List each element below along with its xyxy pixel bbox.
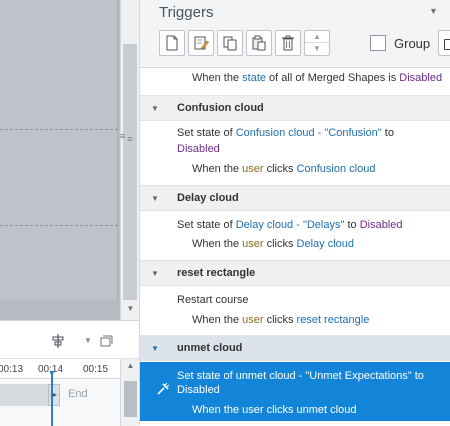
trigger-action: Set state of unmet cloud - "Unmet Expect… [177, 370, 424, 382]
trigger-condition: When the user clicks unmet cloud [192, 404, 357, 416]
trigger-action-value-line[interactable]: Disabled [177, 143, 220, 155]
move-trigger-stepper[interactable]: ▲ ▼ [304, 30, 330, 56]
condition-text: clicks [263, 238, 297, 250]
new-trigger-button[interactable] [159, 30, 185, 56]
new-document-icon [166, 35, 178, 51]
playhead-handle-icon[interactable]: ▼ [46, 369, 58, 378]
timeline-object-bar[interactable] [0, 384, 48, 406]
state-value[interactable]: Disabled [177, 143, 220, 155]
timeline-toolbar: ▼ [0, 321, 139, 359]
window-restore-icon[interactable] [98, 333, 114, 349]
trigger-condition[interactable]: When the state of all of Merged Shapes i… [192, 72, 442, 84]
user-word[interactable]: user [242, 163, 263, 175]
user-word[interactable]: user [242, 314, 263, 326]
state-value[interactable]: Disabled [360, 219, 403, 231]
edit-trigger-button[interactable] [188, 30, 214, 56]
scrollbar-thumb[interactable] [124, 381, 137, 417]
target-link[interactable]: Delay cloud - "Delays" [236, 219, 345, 231]
time-tick: 00:15 [83, 364, 109, 375]
group-name: unmet cloud [177, 342, 243, 354]
scroll-up-arrow-icon[interactable]: ▲ [121, 361, 140, 370]
paste-trigger-button[interactable] [246, 30, 272, 56]
state-link[interactable]: state [242, 72, 266, 84]
paste-icon [252, 35, 266, 51]
trigger-group-delay-cloud[interactable]: ▼ Delay cloud [140, 185, 450, 211]
stage-vertical-scrollbar[interactable]: ≡ ▼ [120, 0, 139, 320]
condition-text: When the [192, 163, 243, 175]
group-options-button[interactable] [438, 30, 450, 56]
panel-title: Triggers [159, 4, 214, 21]
target-link[interactable]: Delay cloud [297, 238, 354, 250]
condition-text: When the [192, 314, 243, 326]
target-link[interactable]: reset rectangle [297, 314, 370, 326]
collapse-arrow-icon[interactable]: ▼ [151, 194, 159, 203]
chevron-down-icon[interactable]: ▼ [80, 333, 96, 349]
slide-stage[interactable] [0, 0, 120, 320]
timeline-ruler[interactable]: 00:13 00:14 00:15 [0, 359, 120, 379]
action-text: Set state of [177, 219, 236, 231]
timeline-panel: ▼ 00:13 00:14 00:15 ▶ End ▼ ▲ [0, 320, 139, 426]
condition-text: When the [192, 72, 243, 84]
condition-text: clicks [263, 163, 297, 175]
triggers-panel: Triggers ▼ ▲ ▼ Group When the state of a… [139, 0, 450, 425]
target-link[interactable]: Confusion cloud - "Confusion" [236, 127, 382, 139]
splitter-grip-icon[interactable]: ≡ [120, 131, 126, 141]
action-text: Set state of [177, 127, 236, 139]
action-text: to [344, 219, 360, 231]
group-icon [444, 39, 450, 50]
target-link[interactable]: Confusion cloud [297, 163, 376, 175]
group-label: Group [394, 36, 431, 51]
condition-text: of all of Merged Shapes is [266, 72, 400, 84]
group-checkbox[interactable] [370, 35, 386, 51]
trigger-group-confusion-cloud[interactable]: ▼ Confusion cloud [140, 95, 450, 121]
action-text: to [381, 127, 394, 139]
slide-canvas[interactable] [0, 0, 118, 300]
group-name: reset rectangle [177, 267, 256, 279]
time-tick: 00:13 [0, 364, 24, 375]
collapse-arrow-icon[interactable]: ▼ [151, 104, 159, 113]
selected-trigger[interactable]: Set state of unmet cloud - "Unmet Expect… [140, 362, 450, 421]
trigger-action[interactable]: Restart course [177, 294, 249, 306]
copy-icon [223, 36, 237, 51]
playhead[interactable] [51, 373, 53, 426]
move-up-icon[interactable]: ▲ [305, 31, 329, 43]
user-word[interactable]: user [242, 238, 263, 250]
guide-line [0, 225, 118, 226]
scrollbar-thumb[interactable] [123, 44, 137, 300]
trigger-list[interactable]: When the state of all of Merged Shapes i… [140, 68, 450, 425]
grip-icon: ≡ [127, 134, 133, 144]
trigger-condition[interactable]: When the user clicks reset rectangle [192, 314, 369, 326]
trigger-disabled-icon [156, 382, 170, 399]
trigger-condition[interactable]: When the user clicks Confusion cloud [192, 163, 375, 175]
group-name: Confusion cloud [177, 102, 264, 114]
end-label: End [68, 388, 88, 400]
trigger-action-value-line: Disabled [177, 384, 220, 396]
timeline-track[interactable]: ▶ End [0, 381, 120, 426]
condition-text: clicks [263, 314, 297, 326]
move-down-icon[interactable]: ▼ [305, 43, 329, 55]
guide-line [0, 129, 118, 130]
copy-trigger-button[interactable] [217, 30, 243, 56]
end-handle-icon[interactable]: ▶ [48, 384, 60, 406]
group-name: Delay cloud [177, 192, 239, 204]
trigger-condition[interactable]: When the user clicks Delay cloud [192, 238, 354, 250]
condition-text: When the [192, 238, 243, 250]
panel-menu-icon[interactable]: ▼ [429, 6, 438, 16]
trigger-group-reset-rectangle[interactable]: ▼ reset rectangle [140, 260, 450, 286]
scroll-down-arrow-icon[interactable]: ▼ [121, 302, 140, 316]
action-text: Restart course [177, 294, 249, 306]
timeline-vertical-scrollbar[interactable]: ▲ [120, 359, 139, 426]
collapse-arrow-icon[interactable]: ▼ [151, 269, 159, 278]
trigger-action[interactable]: Set state of Delay cloud - "Delays" to D… [177, 219, 403, 231]
state-value[interactable]: Disabled [399, 72, 442, 84]
trigger-group-unmet-cloud[interactable]: ▼ unmet cloud [140, 335, 450, 361]
triggers-header: Triggers ▼ ▲ ▼ Group [140, 0, 450, 68]
edit-icon [194, 36, 209, 50]
align-center-icon[interactable] [50, 333, 66, 349]
trigger-action[interactable]: Set state of Confusion cloud - "Confusio… [177, 127, 394, 139]
delete-trigger-button[interactable] [275, 30, 301, 56]
trash-icon [282, 35, 294, 51]
collapse-arrow-icon[interactable]: ▼ [151, 344, 159, 353]
